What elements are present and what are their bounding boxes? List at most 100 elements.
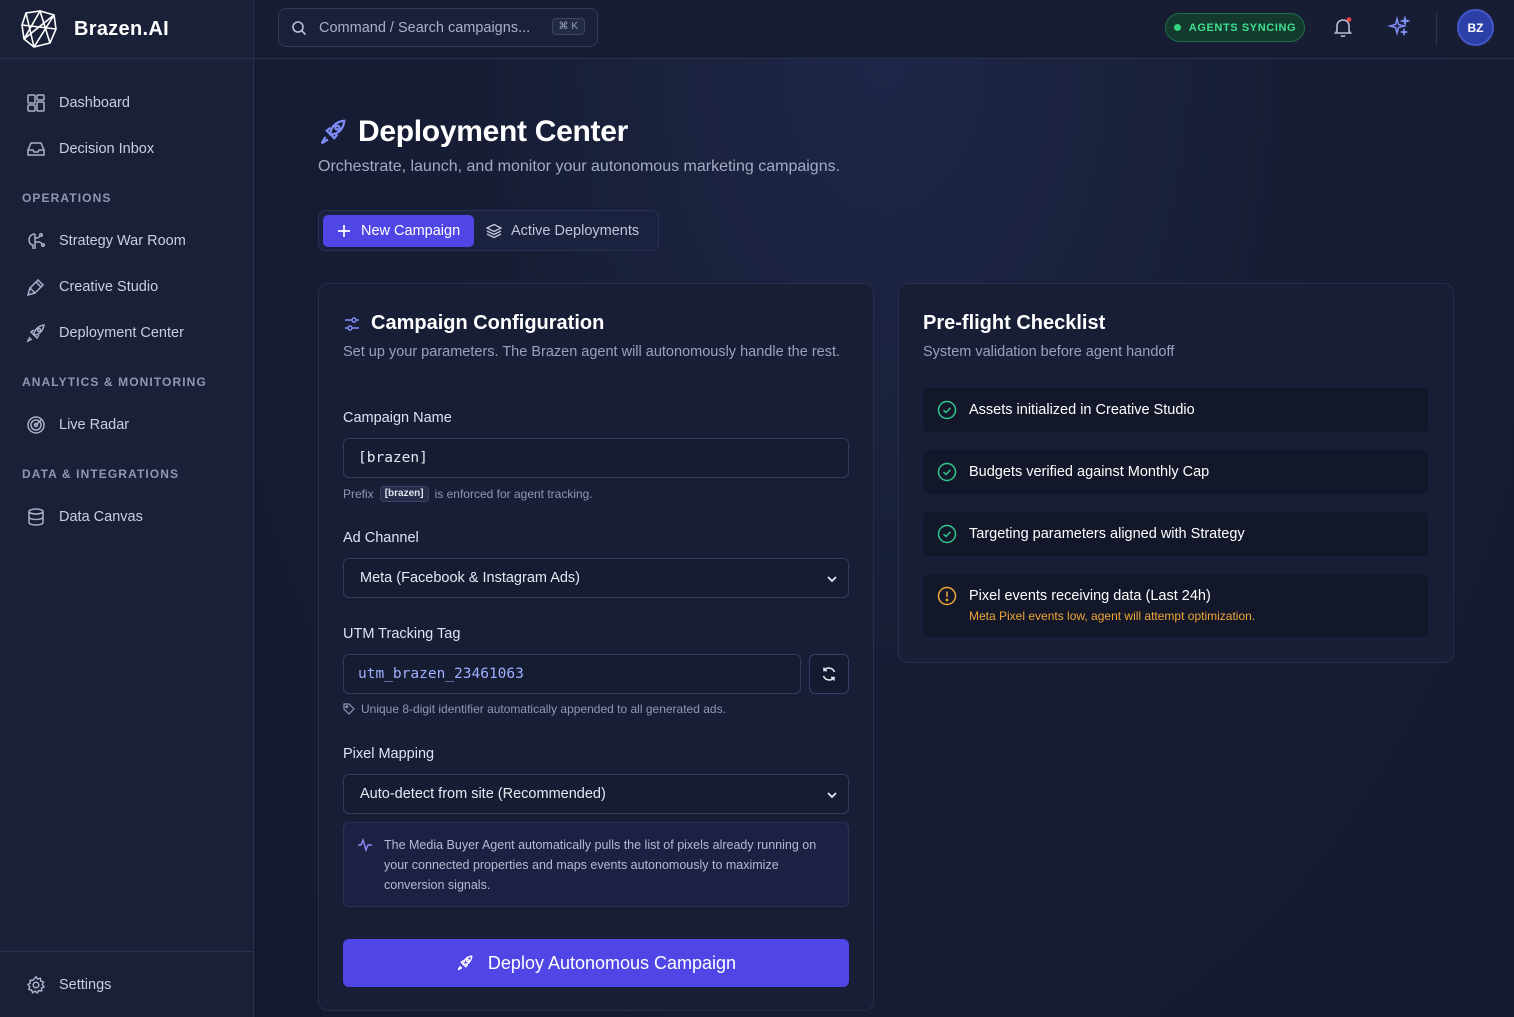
sidebar-item-creative-studio[interactable]: Creative Studio — [0, 264, 253, 310]
checklist-item: Targeting parameters aligned with Strate… — [923, 512, 1428, 556]
brand[interactable]: Brazen.AI — [0, 0, 253, 59]
checklist-text: Targeting parameters aligned with Strate… — [969, 526, 1245, 542]
check-circle-icon — [937, 400, 957, 420]
check-circle-icon — [937, 462, 957, 482]
database-icon — [26, 507, 46, 527]
search-input[interactable]: Command / Search campaigns... ⌘ K — [278, 8, 598, 47]
rocket-icon — [456, 954, 474, 972]
campaign-name-label: Campaign Name — [343, 410, 452, 426]
card-subtitle: System validation before agent handoff — [923, 344, 1175, 360]
sidebar-footer: Settings — [0, 951, 253, 1017]
card-header: Campaign Configuration — [343, 312, 604, 335]
hint-text: Prefix — [343, 487, 374, 501]
campaign-config-card: Campaign Configuration Set up your param… — [318, 283, 874, 1011]
section-analytics: ANALYTICS & MONITORING — [22, 375, 207, 389]
pixel-mapping-select[interactable]: Auto-detect from site (Recommended) — [343, 774, 849, 814]
sidebar-item-label: Deployment Center — [59, 325, 184, 341]
status-dot — [1173, 24, 1181, 31]
sidebar-item-label: Strategy War Room — [59, 233, 186, 249]
main-content: Deployment Center Orchestrate, launch, a… — [254, 59, 1514, 1017]
pixel-mapping-label: Pixel Mapping — [343, 746, 435, 762]
divider — [1436, 12, 1437, 45]
hint-text: is enforced for agent tracking. — [434, 487, 593, 501]
alert-circle-icon — [937, 586, 957, 606]
sparkles-icon[interactable] — [1387, 15, 1411, 39]
search-icon — [291, 20, 307, 36]
status-text: AGENTS SYNCING — [1188, 21, 1297, 34]
prefix-hint: Prefix [brazen] is enforced for agent tr… — [343, 486, 593, 502]
checklist-item: Budgets verified against Monthly Cap — [923, 450, 1428, 494]
refresh-icon — [821, 666, 837, 682]
logo-icon — [20, 9, 60, 49]
sidebar-item-label: Live Radar — [59, 417, 130, 433]
section-operations: OPERATIONS — [22, 191, 112, 205]
section-data: DATA & INTEGRATIONS — [22, 467, 180, 481]
shortcut-hint: ⌘ K — [551, 18, 585, 35]
rocket-icon — [318, 117, 348, 147]
activity-icon — [357, 837, 373, 853]
layers-icon — [486, 223, 502, 239]
app-name: Brazen.AI — [74, 17, 169, 40]
sidebar-item-strategy-war-room[interactable]: Strategy War Room — [0, 218, 253, 264]
card-title: Campaign Configuration — [371, 312, 605, 334]
chevron-down-icon — [826, 573, 838, 585]
topbar: Command / Search campaigns... ⌘ K AGENTS… — [254, 0, 1514, 59]
dashboard-icon — [26, 93, 46, 113]
pixel-mapping-value: Auto-detect from site (Recommended) — [360, 786, 606, 802]
checklist-text: Pixel events receiving data (Last 24h) — [969, 588, 1211, 604]
status-badge: AGENTS SYNCING — [1165, 13, 1305, 42]
utm-label: UTM Tracking Tag — [343, 626, 461, 642]
tab-active-deployments[interactable]: Active Deployments — [474, 215, 639, 247]
campaign-name-field[interactable]: [brazen] — [343, 438, 849, 478]
sidebar-item-dashboard[interactable]: Dashboard — [0, 80, 253, 126]
sidebar-item-label: Dashboard — [59, 95, 130, 111]
inbox-icon — [26, 139, 46, 159]
deploy-campaign-button[interactable]: Deploy Autonomous Campaign — [343, 939, 849, 987]
deploy-label: Deploy Autonomous Campaign — [487, 952, 737, 973]
tag-icon — [343, 703, 355, 715]
utm-field[interactable]: utm_brazen_23461063 — [343, 654, 801, 694]
sidebar-item-label: Decision Inbox — [59, 141, 155, 157]
sliders-icon — [343, 315, 361, 333]
pixel-info-text: The Media Buyer Agent automatically pull… — [384, 838, 817, 892]
ad-channel-label: Ad Channel — [343, 530, 419, 546]
preflight-checklist-card: Pre-flight Checklist System validation b… — [898, 283, 1454, 663]
sidebar-item-settings[interactable]: Settings — [0, 962, 111, 1008]
bell-icon[interactable] — [1331, 15, 1355, 39]
brain-icon — [26, 231, 46, 251]
utm-hint: Unique 8-digit identifier automatically … — [343, 702, 726, 716]
ad-channel-select[interactable]: Meta (Facebook & Instagram Ads) — [343, 558, 849, 598]
check-circle-icon — [937, 524, 957, 544]
sidebar-item-label: Data Canvas — [59, 509, 143, 525]
page-title: Deployment Center — [358, 115, 628, 148]
sidebar-item-data-canvas[interactable]: Data Canvas — [0, 494, 253, 540]
sidebar-item-live-radar[interactable]: Live Radar — [0, 402, 253, 448]
checklist-item: Assets initialized in Creative Studio — [923, 388, 1428, 432]
page-subtitle: Orchestrate, launch, and monitor your au… — [318, 158, 841, 175]
ad-channel-value: Meta (Facebook & Instagram Ads) — [360, 570, 581, 586]
rocket-icon — [26, 323, 46, 343]
regenerate-utm-button[interactable] — [809, 654, 849, 694]
brush-icon — [26, 277, 46, 297]
page-header: Deployment Center — [318, 115, 628, 149]
prefix-chip: [brazen] — [379, 486, 429, 502]
tab-label: Active Deployments — [511, 222, 640, 239]
tab-label: New Campaign — [361, 222, 461, 239]
warning-note: Meta Pixel events low, agent will attemp… — [969, 609, 1256, 623]
sidebar-item-decision-inbox[interactable]: Decision Inbox — [0, 126, 253, 172]
sidebar-nav: Dashboard Decision Inbox OPERATIONS Stra… — [0, 59, 253, 540]
gear-icon — [26, 975, 46, 995]
avatar[interactable]: BZ — [1457, 9, 1494, 46]
tab-new-campaign[interactable]: New Campaign — [323, 214, 474, 247]
chevron-down-icon — [826, 789, 838, 801]
card-subtitle: Set up your parameters. The Brazen agent… — [343, 344, 841, 360]
sidebar-item-deployment-center[interactable]: Deployment Center — [0, 310, 253, 356]
settings-label: Settings — [59, 976, 112, 993]
tab-bar: New Campaign Active Deployments — [318, 210, 659, 251]
sidebar-item-label: Creative Studio — [59, 279, 159, 295]
radar-icon — [26, 415, 46, 435]
checklist-text: Budgets verified against Monthly Cap — [969, 464, 1210, 480]
checklist-item-warning: Pixel events receiving data (Last 24h) M… — [923, 574, 1428, 637]
checklist-warning-body: Pixel events receiving data (Last 24h) M… — [969, 586, 1255, 626]
pixel-info-box: The Media Buyer Agent automatically pull… — [343, 822, 849, 907]
